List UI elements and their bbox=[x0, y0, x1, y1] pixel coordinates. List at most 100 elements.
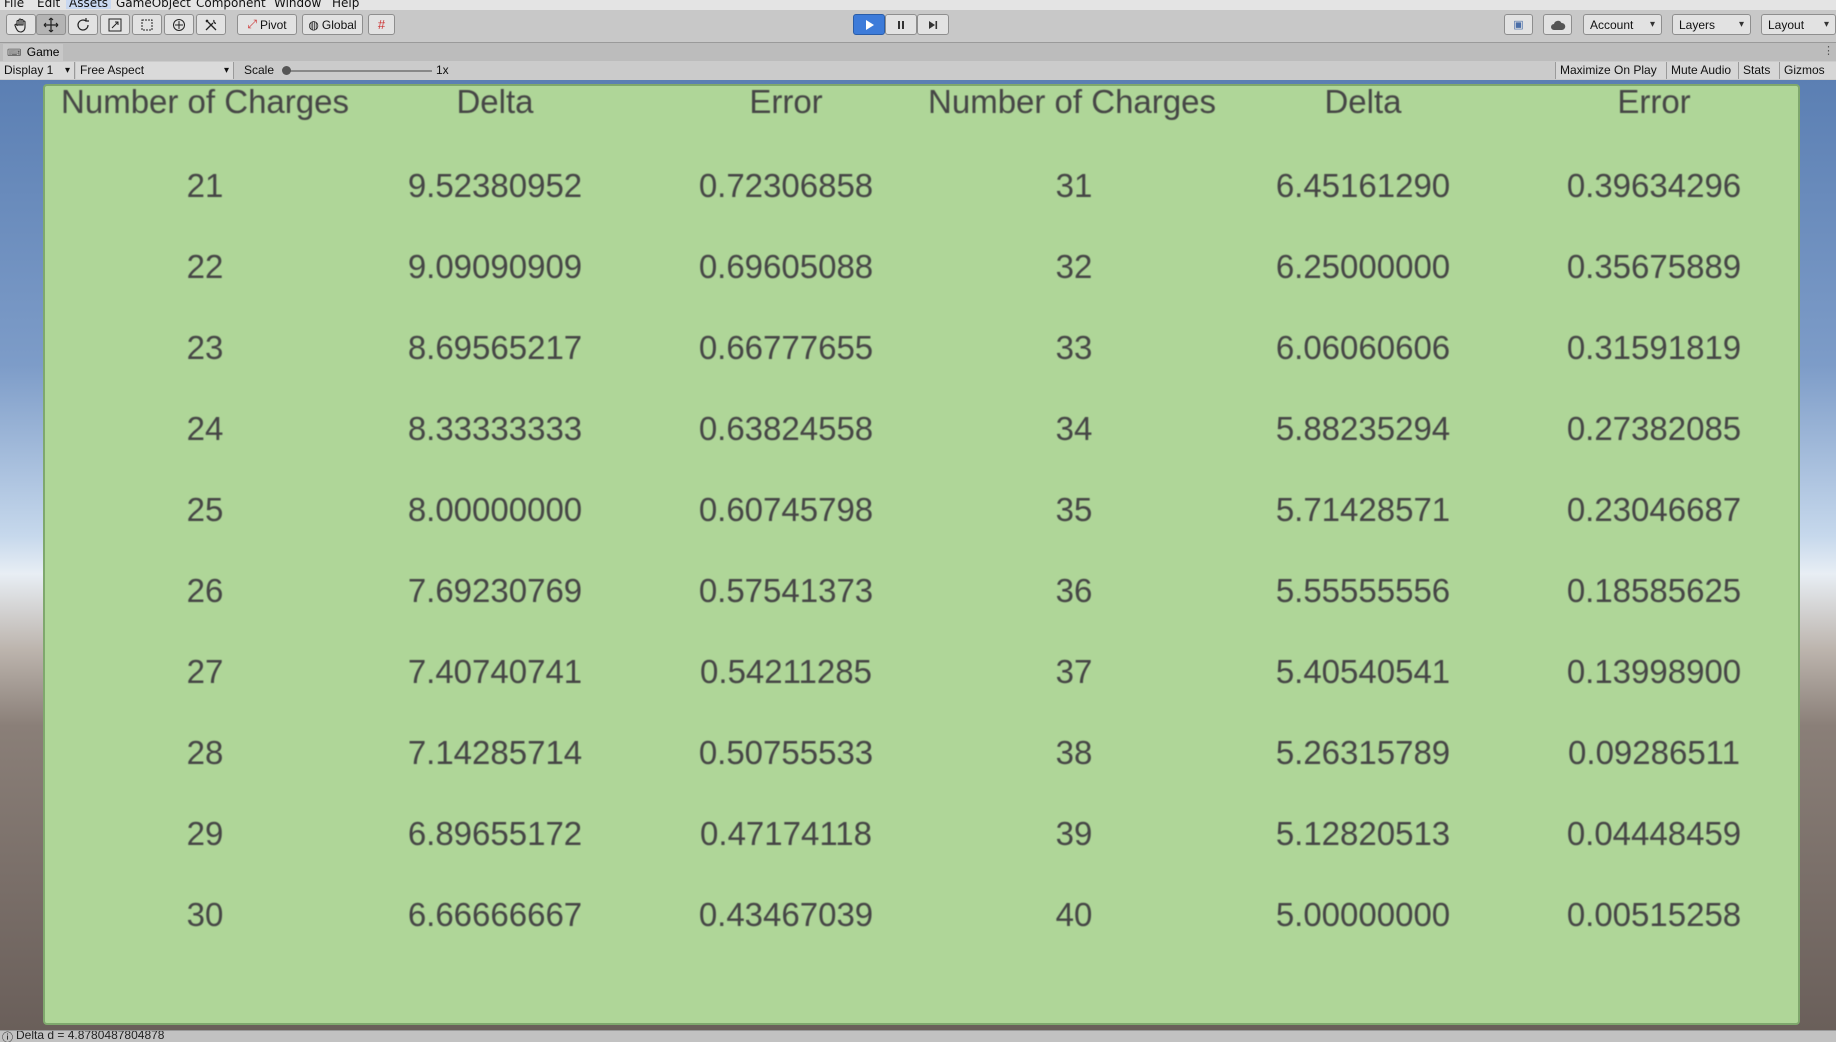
table-cell: 5.00000000 bbox=[1275, 896, 1451, 933]
table-cell: 6.25000000 bbox=[1275, 248, 1451, 285]
console-message[interactable]: Delta d = 4.8780487804878 bbox=[16, 1031, 164, 1042]
table-cell: 28 bbox=[186, 734, 224, 771]
table-cell: 9.52380952 bbox=[407, 167, 583, 204]
table-cell: 8.69565217 bbox=[407, 329, 583, 366]
layout-dropdown[interactable]: Layout bbox=[1761, 14, 1836, 35]
tab-menu-icon[interactable]: ⋮ bbox=[1823, 44, 1834, 57]
custom-tool-button[interactable] bbox=[196, 14, 226, 35]
account-dropdown[interactable]: Account bbox=[1583, 14, 1662, 35]
cloud-button[interactable] bbox=[1543, 14, 1572, 35]
grid-snap-toggle[interactable]: # bbox=[368, 14, 395, 35]
main-toolbar: ⤢ Pivot ◍ Global # ▣ Account Layers Layo… bbox=[0, 10, 1836, 43]
table-cell: 6.66666667 bbox=[407, 896, 583, 933]
layers-label: Layers bbox=[1679, 17, 1716, 32]
layers-dropdown[interactable]: Layers bbox=[1672, 14, 1751, 35]
table-cell: 0.60745798 bbox=[698, 491, 874, 528]
table-cell: 31 bbox=[1055, 167, 1093, 204]
table-cell: 23 bbox=[186, 329, 224, 366]
hand-icon bbox=[14, 17, 26, 33]
column-header: Number of Charges bbox=[61, 83, 349, 120]
collab-button[interactable]: ▣ bbox=[1504, 14, 1533, 35]
table-cell: 40 bbox=[1055, 896, 1093, 933]
scale-tool-button[interactable] bbox=[100, 14, 130, 35]
table-cell: 0.39634296 bbox=[1566, 167, 1742, 204]
menu-file[interactable]: File bbox=[4, 0, 24, 9]
mute-audio-toggle[interactable]: Mute Audio bbox=[1666, 62, 1738, 79]
cloud-icon bbox=[1550, 20, 1565, 30]
display-dropdown[interactable]: Display 1 bbox=[0, 62, 75, 79]
menu-edit[interactable]: Edit bbox=[37, 0, 60, 9]
tab-game[interactable]: ⌨ Game bbox=[3, 44, 64, 61]
transform-tool-button[interactable] bbox=[164, 14, 194, 35]
table-cell: 27 bbox=[186, 653, 224, 690]
rotate-tool-button[interactable] bbox=[68, 14, 98, 35]
game-view[interactable]: Number of Charges Delta Error Number of Cha… bbox=[0, 80, 1836, 1030]
status-bar: ⓘ Delta d = 4.8780487804878 bbox=[0, 1030, 1836, 1042]
menu-assets[interactable]: Assets bbox=[66, 0, 112, 9]
table-cell: 36 bbox=[1055, 572, 1093, 609]
grid-snap-icon: # bbox=[377, 17, 386, 32]
transform-icon bbox=[173, 18, 185, 31]
menu-gameobject[interactable]: GameObject bbox=[116, 0, 191, 9]
table-cell: 30 bbox=[186, 896, 224, 933]
table-cell: 37 bbox=[1055, 653, 1093, 690]
table-cell: 6.45161290 bbox=[1275, 167, 1451, 204]
layout-label: Layout bbox=[1768, 17, 1805, 32]
table-cell: 0.00515258 bbox=[1566, 896, 1742, 933]
menu-component[interactable]: Component bbox=[196, 0, 266, 9]
table-cell: 0.27382085 bbox=[1566, 410, 1742, 447]
table-cell: 0.35675889 bbox=[1566, 248, 1742, 285]
table-cell: 34 bbox=[1055, 410, 1093, 447]
aspect-dropdown[interactable]: Free Aspect bbox=[76, 62, 234, 79]
step-button[interactable] bbox=[917, 14, 949, 35]
display-label: Display 1 bbox=[4, 63, 54, 77]
globe-icon: ◍ bbox=[308, 17, 319, 32]
table-cell: 26 bbox=[186, 572, 224, 609]
scale-slider-thumb[interactable] bbox=[282, 66, 291, 75]
global-toggle[interactable]: ◍ Global bbox=[302, 14, 363, 35]
table-cell: 0.47174118 bbox=[700, 815, 872, 852]
column-header: Error bbox=[1617, 83, 1691, 120]
menu-help[interactable]: Help bbox=[332, 0, 359, 9]
game-tab-row: ⌨ Game ⋮ bbox=[0, 43, 1836, 62]
table-cell: 29 bbox=[186, 815, 224, 852]
maximize-on-play-toggle[interactable]: Maximize On Play bbox=[1555, 62, 1666, 79]
table-cell: 21 bbox=[186, 167, 224, 204]
table-cell: 0.31591819 bbox=[1566, 329, 1742, 366]
table-cell: 5.88235294 bbox=[1275, 410, 1451, 447]
menu-bar: File Edit Assets GameObject Component Wi… bbox=[0, 0, 1836, 10]
results-table-panel: Number of Charges Delta Error Number of Cha… bbox=[43, 83, 1800, 1025]
pivot-icon: ⤢ bbox=[247, 17, 257, 31]
menu-window[interactable]: Window bbox=[274, 0, 321, 9]
column-header: Error bbox=[749, 83, 823, 120]
pause-button[interactable] bbox=[885, 14, 917, 35]
hand-tool-button[interactable] bbox=[6, 14, 36, 35]
table-cell: 9.09090909 bbox=[407, 248, 583, 285]
tab-game-label: Game bbox=[26, 45, 60, 59]
table-cell: 38 bbox=[1055, 734, 1093, 771]
table-cell: 0.66777655 bbox=[698, 329, 874, 366]
scale-value: 1x bbox=[436, 63, 449, 77]
table-cell: 7.40740741 bbox=[407, 653, 583, 690]
pivot-label: Pivot bbox=[259, 17, 287, 32]
table-cell: 5.12820513 bbox=[1275, 815, 1451, 852]
table-cell: 0.23046687 bbox=[1566, 491, 1742, 528]
gizmos-toggle[interactable]: Gizmos bbox=[1779, 62, 1836, 79]
play-button[interactable] bbox=[853, 14, 885, 35]
stats-toggle[interactable]: Stats bbox=[1738, 62, 1779, 79]
table-cell: 33 bbox=[1055, 329, 1093, 366]
scale-slider[interactable] bbox=[282, 66, 432, 75]
pivot-toggle[interactable]: ⤢ Pivot bbox=[237, 14, 297, 35]
column-header: Delta bbox=[456, 83, 534, 120]
table-cell: 0.57541373 bbox=[698, 572, 874, 609]
info-icon: ⓘ bbox=[2, 1032, 13, 1042]
rect-tool-button[interactable] bbox=[132, 14, 162, 35]
pause-icon bbox=[898, 20, 904, 29]
global-label: Global bbox=[321, 17, 357, 32]
table-cell: 0.54211285 bbox=[700, 653, 872, 690]
table-cell: 39 bbox=[1055, 815, 1093, 852]
table-cell: 8.00000000 bbox=[407, 491, 583, 528]
table-cell: 6.06060606 bbox=[1275, 329, 1451, 366]
move-tool-button[interactable] bbox=[36, 14, 66, 35]
scale-label: Scale bbox=[244, 63, 275, 77]
